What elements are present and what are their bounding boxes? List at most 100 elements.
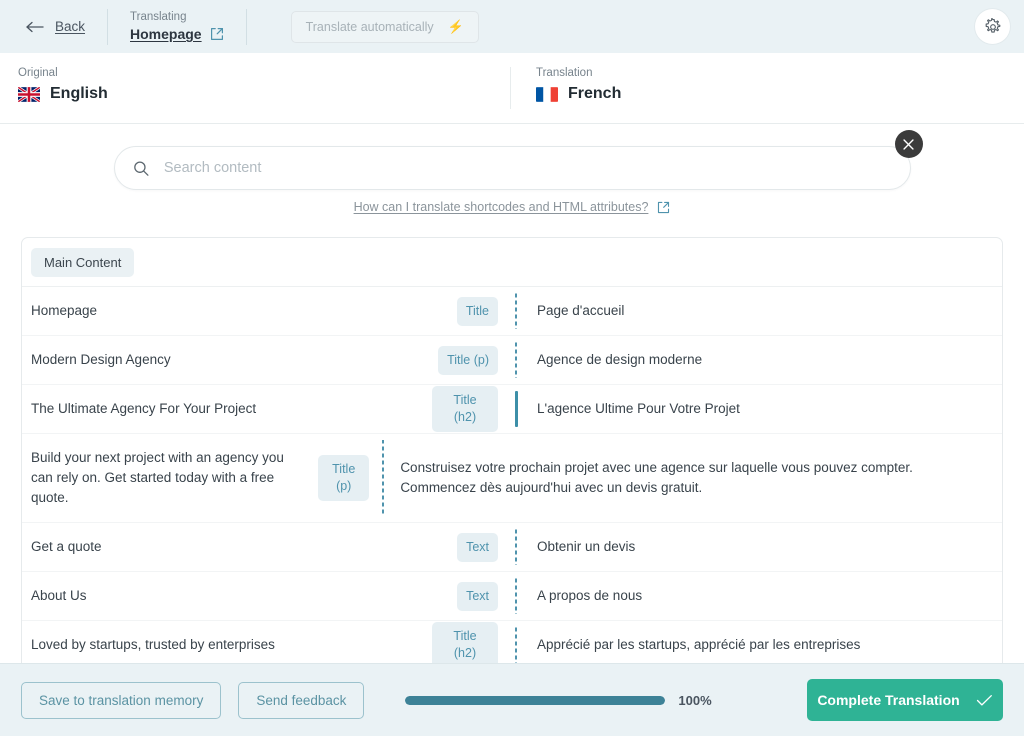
- source-text-cell: Get a quote: [31, 539, 102, 554]
- badge-cell: Title: [427, 287, 502, 335]
- check-icon: [976, 694, 992, 706]
- content-card: Main Content Homepage Title Page d'accueil…: [21, 237, 1003, 663]
- back-label: Back: [55, 19, 86, 34]
- search-container: [113, 130, 923, 190]
- progress-bar: [405, 695, 666, 705]
- badge-cell: Title (p): [318, 434, 373, 522]
- close-icon: [903, 138, 914, 150]
- translation-text-cell[interactable]: A propos de nous: [530, 572, 1002, 620]
- translating-page-row: Homepage: [130, 26, 224, 42]
- original-language-name: English: [50, 85, 108, 102]
- source-text-cell: The Ultimate Agency For Your Project: [31, 401, 257, 416]
- translate-automatically-button[interactable]: Translate automatically ⚡: [290, 10, 479, 43]
- row-divider: [502, 385, 530, 433]
- progress-bar-fill: [405, 695, 666, 705]
- translation-editor-window: Back Translating Homepage Translate auto…: [0, 0, 1024, 736]
- lightning-bolt-icon: ⚡: [447, 19, 464, 34]
- settings-button[interactable]: [975, 9, 1010, 44]
- translation-rows: Homepage Title Page d'accueil Modern Design…: [22, 287, 1002, 663]
- search-input[interactable]: [161, 159, 892, 177]
- element-type-badge: Title (h2): [432, 622, 498, 663]
- translation-language-column: Translation French: [510, 53, 621, 123]
- translation-language-name: French: [568, 85, 622, 102]
- toolbar-divider-1: [107, 8, 109, 45]
- translation-text-cell[interactable]: Construisez votre prochain projet avec u…: [393, 434, 1002, 522]
- translation-language-row: French: [536, 85, 621, 103]
- complete-translation-button[interactable]: Complete Translation: [807, 679, 1003, 721]
- row-divider: [502, 287, 530, 335]
- row-divider: [502, 621, 530, 663]
- table-row[interactable]: Homepage Title Page d'accueil: [22, 287, 1002, 336]
- send-feedback-button[interactable]: Send feedback: [238, 681, 365, 719]
- original-caption: Original: [18, 67, 58, 79]
- save-to-translation-memory-button[interactable]: Save to translation memory: [21, 681, 222, 719]
- flag-france-icon: [536, 86, 558, 102]
- translate-automatically-label: Translate automatically: [305, 19, 434, 34]
- back-button[interactable]: Back: [26, 19, 85, 34]
- language-bar: Original English Translation French: [0, 53, 1024, 124]
- table-row[interactable]: Loved by startups, trusted by enterprise…: [22, 621, 1002, 663]
- help-row: How can I translate shortcodes and HTML …: [0, 200, 1024, 214]
- translation-text-cell[interactable]: Agence de design moderne: [530, 336, 1002, 384]
- footer-bar: Save to translation memory Send feedback…: [0, 663, 1024, 736]
- row-divider: [502, 523, 530, 571]
- source-text-cell: Modern Design Agency: [31, 352, 171, 367]
- external-link-icon[interactable]: [657, 201, 670, 214]
- progress-percent-label: 100%: [678, 692, 712, 708]
- translating-page-name[interactable]: Homepage: [130, 26, 202, 42]
- row-dotted-indicator: [382, 440, 385, 516]
- badge-cell: Text: [427, 523, 502, 571]
- badge-cell: Title (h2): [427, 621, 502, 663]
- original-language-row: English: [18, 85, 510, 103]
- source-text-cell: About Us: [31, 588, 87, 603]
- table-row[interactable]: Modern Design Agency Title (p) Agence de d…: [22, 336, 1002, 385]
- translating-info: Translating Homepage: [130, 11, 224, 42]
- source-text-cell: Homepage: [31, 303, 98, 318]
- row-dotted-indicator: [515, 578, 517, 614]
- flag-uk-icon: [18, 86, 40, 102]
- table-row[interactable]: Get a quote Text Obtenir un devis: [22, 523, 1002, 572]
- shortcodes-help-link[interactable]: How can I translate shortcodes and HTML …: [354, 200, 649, 214]
- gear-icon: [985, 17, 1000, 33]
- search-box[interactable]: [113, 146, 911, 190]
- card-tab-bar: Main Content: [22, 238, 1002, 287]
- badge-cell: Title (p): [427, 336, 502, 384]
- toolbar-divider-2: [245, 8, 247, 45]
- element-type-badge: Title (h2): [432, 386, 498, 432]
- complete-translation-label: Complete Translation: [817, 692, 960, 708]
- search-icon: [133, 161, 149, 176]
- translation-text-cell[interactable]: Page d'accueil: [530, 287, 1002, 335]
- language-divider: [510, 67, 511, 109]
- close-search-button[interactable]: [894, 130, 923, 158]
- row-divider: [502, 572, 530, 620]
- element-type-badge: Title: [456, 296, 498, 326]
- row-divider: [373, 434, 393, 522]
- translation-text-cell[interactable]: Obtenir un devis: [530, 523, 1002, 571]
- translating-caption: Translating: [130, 11, 187, 23]
- badge-cell: Text: [427, 572, 502, 620]
- row-dotted-indicator: [515, 627, 517, 663]
- element-type-badge: Title (p): [318, 455, 370, 501]
- main-content-area: How can I translate shortcodes and HTML …: [0, 124, 1024, 663]
- element-type-badge: Text: [457, 581, 498, 611]
- source-text-cell: Build your next project with an agency y…: [31, 450, 284, 505]
- progress-area: 100%: [405, 692, 712, 708]
- arrow-left-icon: [26, 21, 44, 32]
- table-row[interactable]: About Us Text A propos de nous: [22, 572, 1002, 621]
- external-link-icon[interactable]: [210, 27, 224, 41]
- translation-caption: Translation: [536, 67, 593, 79]
- row-dotted-indicator: [515, 342, 517, 378]
- translation-text-cell[interactable]: L'agence Ultime Pour Votre Projet: [530, 385, 1002, 433]
- table-row[interactable]: The Ultimate Agency For Your Project Titl…: [22, 385, 1002, 434]
- source-text-cell: Loved by startups, trusted by enterprise…: [31, 637, 275, 652]
- element-type-badge: Title (p): [438, 345, 498, 375]
- row-divider: [502, 336, 530, 384]
- element-type-badge: Text: [457, 532, 498, 562]
- original-language-column: Original English: [0, 53, 510, 123]
- top-toolbar: Back Translating Homepage Translate auto…: [0, 0, 1024, 53]
- table-row[interactable]: Build your next project with an agency y…: [22, 434, 1002, 523]
- row-dotted-indicator: [515, 293, 517, 329]
- row-dotted-indicator: [515, 529, 517, 565]
- translation-text-cell[interactable]: Apprécié par les startups, apprécié par …: [530, 621, 1002, 663]
- tab-main-content[interactable]: Main Content: [31, 248, 135, 277]
